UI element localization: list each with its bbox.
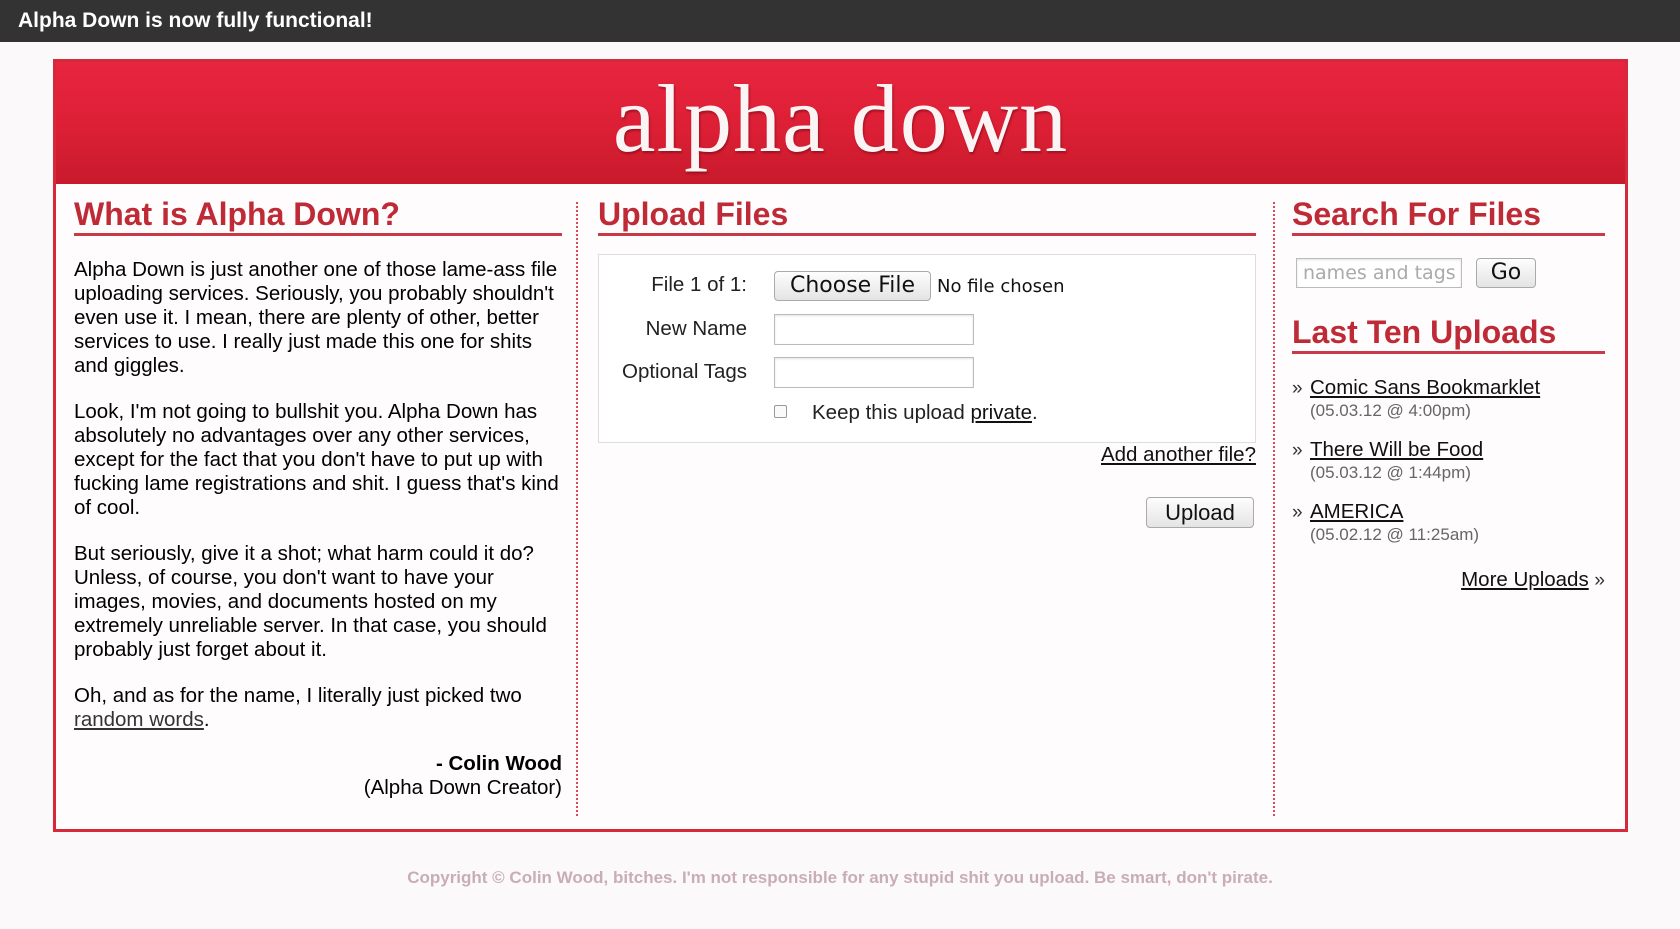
upload-date: (05.03.12 @ 4:00pm) (1310, 401, 1471, 420)
raquo-icon: » (1292, 440, 1303, 461)
new-name-label: New Name (645, 317, 747, 340)
recent-uploads-heading: Last Ten Uploads (1292, 314, 1605, 354)
list-item: » Comic Sans Bookmarklet (05.03.12 @ 4:00… (1292, 376, 1605, 422)
upload-date: (05.03.12 @ 1:44pm) (1310, 463, 1471, 482)
recent-uploads-list: » Comic Sans Bookmarklet (05.03.12 @ 4:00… (1292, 376, 1605, 546)
about-paragraph-1: Alpha Down is just another one of those … (74, 258, 558, 377)
optional-tags-input[interactable] (774, 357, 974, 388)
file-label: File 1 of 1: (651, 273, 747, 296)
go-button[interactable]: Go (1476, 258, 1536, 288)
raquo-icon: » (1292, 378, 1303, 399)
main-frame: alpha down What is Alpha Down? Alpha Dow… (53, 59, 1628, 832)
upload-heading: Upload Files (598, 196, 1256, 236)
upload-link[interactable]: There Will be Food (1310, 438, 1483, 461)
upload-date: (05.02.12 @ 11:25am) (1310, 525, 1480, 544)
signature-role: (Alpha Down Creator) (363, 776, 562, 799)
more-raquo-icon: » (1594, 570, 1605, 591)
masthead: alpha down (56, 62, 1625, 184)
private-label-text: Keep this upload (812, 401, 971, 424)
raquo-icon: » (1292, 502, 1303, 523)
search-heading: Search For Files (1292, 196, 1605, 236)
more-uploads-link[interactable]: More Uploads (1461, 568, 1589, 591)
search-form: names and tags Go (1292, 258, 1605, 292)
upload-link[interactable]: AMERICA (1310, 500, 1403, 523)
sidebar: Search For Files names and tags Go Last … (1292, 196, 1605, 593)
upload-form: File 1 of 1: Choose File No file chosen … (598, 254, 1256, 443)
signature: - Colin Wood (Alpha Down Creator) (74, 752, 562, 800)
upload-button[interactable]: Upload (1146, 497, 1254, 528)
divider-right (1273, 202, 1275, 816)
upload-link[interactable]: Comic Sans Bookmarklet (1310, 376, 1540, 399)
more-uploads: More Uploads » (1292, 568, 1605, 593)
about-paragraph-4: Oh, and as for the name, I literally jus… (74, 684, 562, 732)
about-paragraph-2: Look, I'm not going to bullshit you. Alp… (74, 400, 559, 519)
optional-tags-label: Optional Tags (622, 360, 747, 383)
new-name-input[interactable] (774, 314, 974, 345)
signature-name: - Colin Wood (435, 752, 562, 775)
random-words-link[interactable]: random words (74, 708, 204, 731)
private-checkbox[interactable] (774, 405, 787, 418)
about-p4-text: Oh, and as for the name, I literally jus… (74, 684, 522, 707)
add-another-file-link[interactable]: Add another file? (1101, 443, 1256, 467)
about-p4-end: . (203, 708, 210, 731)
footer-copyright: Copyright © Colin Wood, bitches. I'm not… (407, 868, 1273, 887)
list-item: » There Will be Food (05.03.12 @ 1:44pm) (1292, 438, 1605, 484)
about-heading: What is Alpha Down? (74, 196, 562, 236)
about-section: What is Alpha Down? Alpha Down is just a… (74, 196, 562, 800)
site-logo[interactable]: alpha down (56, 62, 1625, 167)
name-row: New Name (599, 313, 1255, 345)
private-row: Keep this upload private. (599, 396, 1255, 428)
private-label: Keep this upload private. (812, 397, 1038, 429)
notice-bar: Alpha Down is now fully functional! (0, 0, 1680, 42)
search-input[interactable]: names and tags (1296, 258, 1462, 288)
private-link[interactable]: private (970, 401, 1032, 424)
list-item: » AMERICA (05.02.12 @ 11:25am) (1292, 500, 1605, 546)
no-file-chosen-text: No file chosen (937, 276, 1065, 297)
about-paragraph-3: But seriously, give it a shot; what harm… (74, 542, 547, 661)
choose-file-button[interactable]: Choose File (774, 271, 931, 301)
private-label-end: . (1031, 401, 1038, 424)
file-row: File 1 of 1: Choose File No file chosen (599, 269, 1255, 301)
upload-section: Upload Files File 1 of 1: Choose File No… (598, 196, 1256, 528)
tags-row: Optional Tags (599, 356, 1255, 388)
